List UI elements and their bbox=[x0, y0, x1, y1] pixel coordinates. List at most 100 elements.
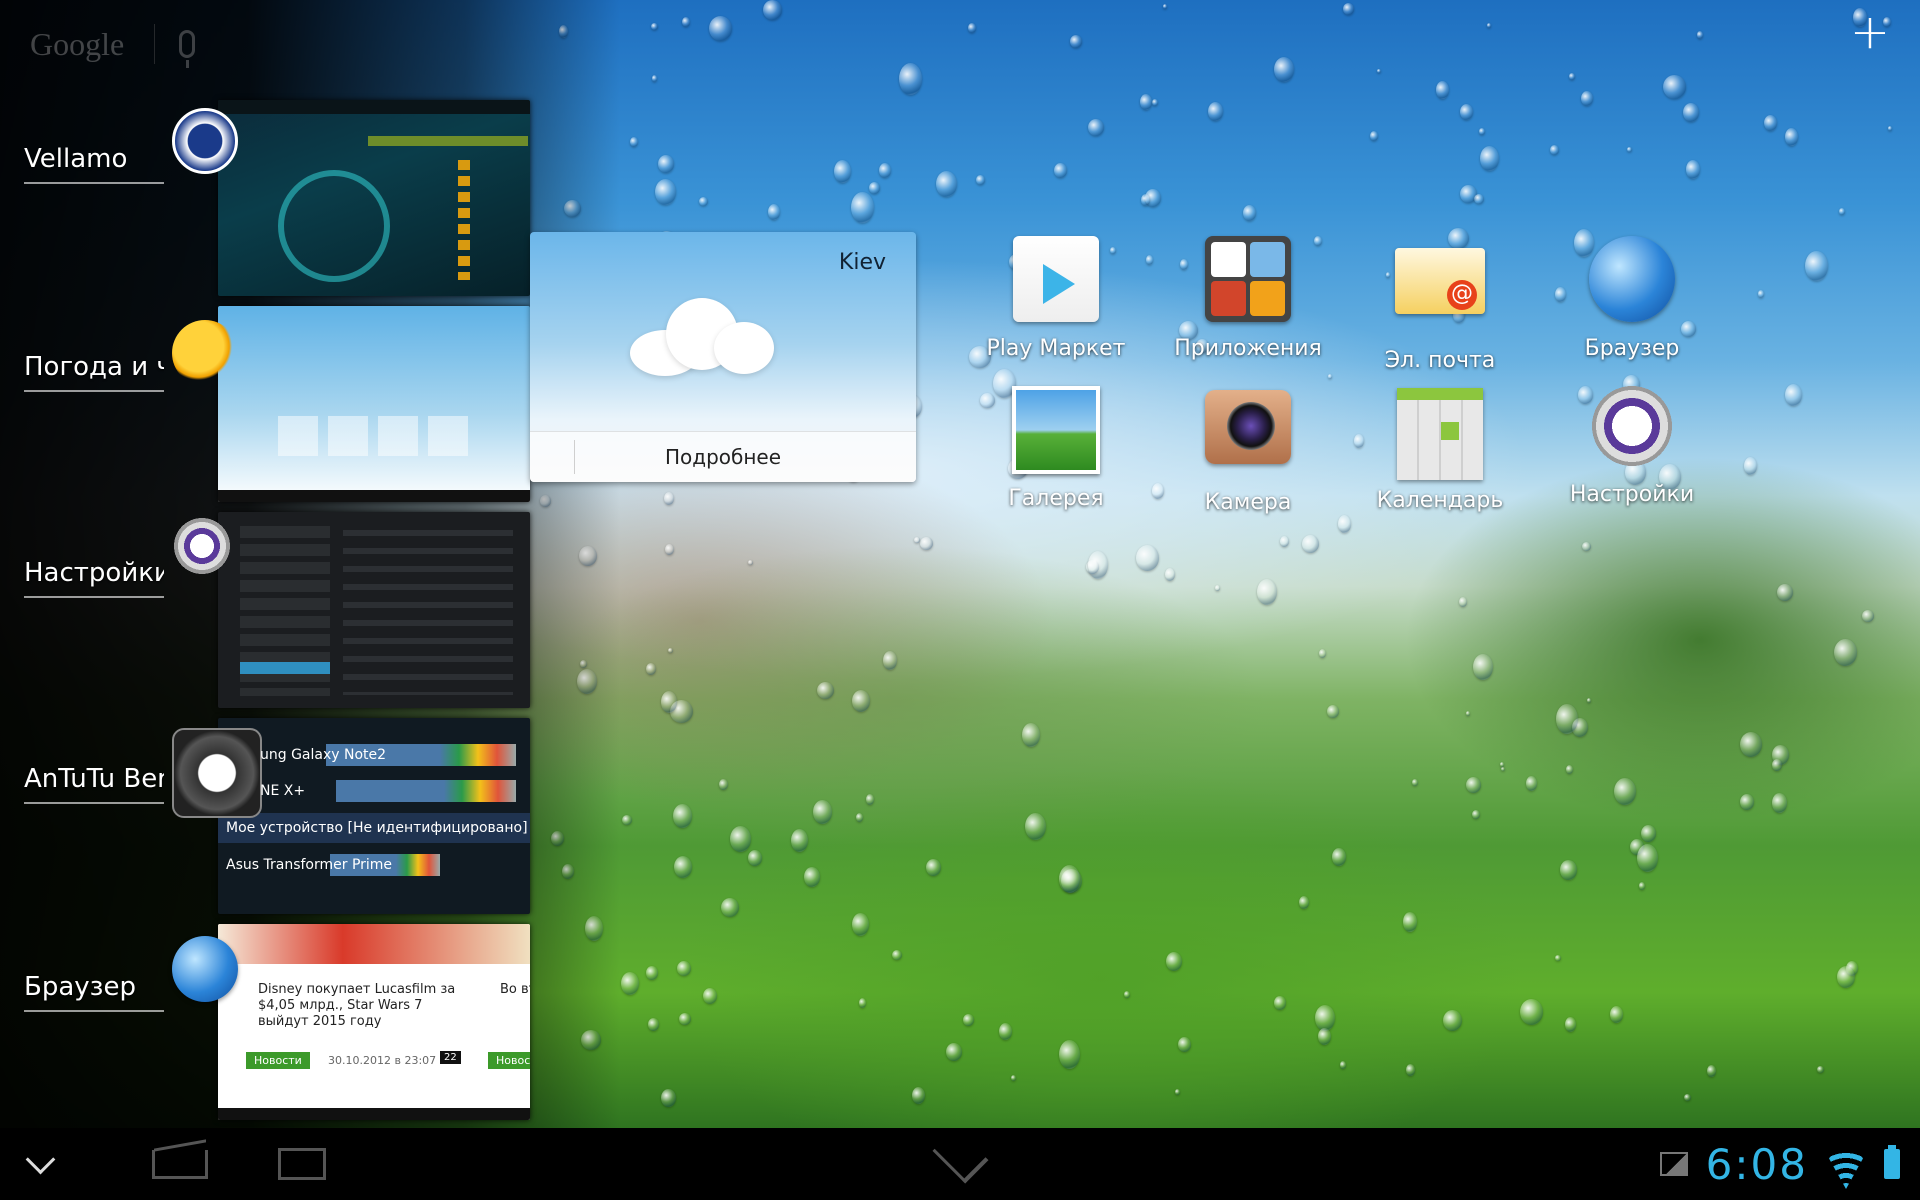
raindrop bbox=[914, 537, 920, 543]
raindrop bbox=[1011, 1075, 1016, 1081]
weather-widget[interactable]: Kiev Подробнее bbox=[530, 232, 916, 482]
recent-app-weather[interactable]: Погода и ча bbox=[0, 306, 540, 506]
raindrop bbox=[1785, 384, 1802, 406]
raindrop bbox=[1683, 103, 1699, 122]
gallery-icon bbox=[1010, 386, 1102, 478]
search-divider bbox=[154, 24, 156, 64]
weather-city[interactable]: Kiev bbox=[839, 250, 886, 275]
recent-app-browser[interactable]: Браузер Disney покупает Lucasfilm за $4,… bbox=[0, 924, 540, 1124]
raindrop bbox=[1343, 3, 1354, 15]
raindrop bbox=[1178, 1037, 1191, 1052]
raindrop bbox=[1686, 160, 1700, 179]
raindrop bbox=[1697, 31, 1703, 39]
clock[interactable]: 6:08 bbox=[1706, 1140, 1808, 1189]
raindrop bbox=[963, 1014, 974, 1026]
news-tag: Новости bbox=[246, 1052, 310, 1069]
hide-keyboard-icon[interactable] bbox=[20, 1128, 60, 1200]
recent-app-settings[interactable]: Настройки bbox=[0, 512, 540, 712]
raindrop bbox=[646, 966, 658, 980]
raindrop bbox=[748, 560, 753, 565]
raindrop bbox=[999, 1023, 1012, 1040]
raindrop bbox=[661, 691, 677, 713]
antutu-rabbit-icon bbox=[172, 728, 262, 818]
raindrop bbox=[652, 75, 657, 82]
raindrop bbox=[661, 1089, 676, 1107]
raindrop bbox=[621, 972, 639, 995]
system-navigation-bar bbox=[0, 1128, 1920, 1200]
raindrop bbox=[1569, 73, 1575, 80]
recent-app-thumbnail[interactable]: ung Galaxy Note2 NE X+ Мое устройство [Н… bbox=[218, 718, 530, 914]
app-label: Галерея bbox=[1008, 486, 1104, 511]
recent-app-thumbnail[interactable] bbox=[218, 100, 530, 296]
screenshot-notification-icon[interactable] bbox=[1659, 1152, 1688, 1176]
mic-icon[interactable] bbox=[179, 30, 196, 68]
chevron-down-icon[interactable] bbox=[930, 1128, 990, 1200]
benchmark-bar bbox=[336, 780, 516, 802]
raindrop bbox=[648, 1018, 659, 1031]
raindrop bbox=[699, 197, 708, 206]
raindrop bbox=[1888, 126, 1892, 131]
raindrop bbox=[674, 856, 692, 878]
recent-app-antutu[interactable]: AnTuTu Ber ung Galaxy Note2 NE X+ Мое ус… bbox=[0, 718, 540, 918]
raindrop bbox=[1744, 457, 1757, 475]
raindrop bbox=[1526, 776, 1537, 791]
thumbnail-bottom-bar bbox=[218, 1108, 530, 1120]
home-icon[interactable] bbox=[152, 1128, 208, 1200]
raindrop bbox=[1328, 374, 1332, 379]
news-headline: Disney покупает Lucasfilm за $4,05 млрд.… bbox=[258, 982, 456, 1029]
raindrop bbox=[1059, 865, 1080, 893]
recent-app-thumbnail[interactable] bbox=[218, 306, 530, 502]
raindrop bbox=[1338, 515, 1351, 533]
app-calendar[interactable]: Календарь bbox=[1350, 382, 1530, 513]
weather-details-button[interactable]: Подробнее bbox=[530, 431, 916, 482]
raindrop bbox=[1758, 290, 1764, 298]
app-email[interactable]: Эл. почта bbox=[1350, 236, 1530, 373]
benchmark-row-own-device: Мое устройство [Не идентифицировано] : 1… bbox=[218, 813, 530, 843]
raindrop bbox=[664, 492, 674, 505]
raindrop bbox=[665, 544, 674, 555]
recent-apps-icon[interactable] bbox=[272, 1128, 332, 1200]
raindrop bbox=[1243, 205, 1256, 221]
add-widget-button[interactable]: + bbox=[1848, 8, 1892, 56]
app-label: Эл. почта bbox=[1384, 348, 1496, 373]
raindrop bbox=[1466, 711, 1470, 716]
raindrop bbox=[682, 17, 690, 27]
app-browser[interactable]: Браузер bbox=[1542, 236, 1722, 361]
google-apps-folder-icon bbox=[1202, 236, 1294, 328]
raindrop bbox=[1805, 251, 1828, 281]
raindrop bbox=[630, 137, 638, 147]
browser-globe-icon bbox=[172, 936, 238, 1002]
raindrop bbox=[1124, 991, 1130, 998]
app-gallery[interactable]: Галерея bbox=[966, 382, 1146, 511]
raindrop bbox=[1319, 649, 1326, 658]
raindrop bbox=[1587, 698, 1591, 703]
thumbnail-score-dots bbox=[458, 160, 470, 280]
recent-app-thumbnail[interactable] bbox=[218, 512, 530, 708]
google-search-bar[interactable]: Google bbox=[30, 20, 196, 68]
raindrop bbox=[1566, 765, 1573, 774]
raindrop bbox=[677, 961, 691, 976]
raindrop bbox=[1370, 131, 1378, 141]
raindrop bbox=[1472, 810, 1480, 819]
app-settings[interactable]: Настройки bbox=[1542, 382, 1722, 507]
benchmark-row-label: Мое устройство [Не идентифицировано] : 1… bbox=[226, 820, 530, 836]
thumbnail-gauge bbox=[278, 170, 390, 282]
raindrop bbox=[1302, 535, 1319, 553]
app-applications-folder[interactable]: Приложения bbox=[1158, 236, 1338, 361]
raindrop bbox=[1152, 99, 1158, 106]
raindrop bbox=[679, 1013, 691, 1025]
app-camera[interactable]: Камера bbox=[1158, 382, 1338, 515]
raindrop bbox=[804, 867, 820, 887]
settings-gear-icon bbox=[172, 516, 232, 576]
raindrop bbox=[1764, 115, 1777, 131]
raindrop bbox=[852, 690, 870, 712]
google-logo[interactable]: Google bbox=[30, 26, 124, 63]
thumbnail-selected-item bbox=[240, 662, 330, 674]
raindrop bbox=[791, 829, 808, 852]
raindrop bbox=[899, 63, 922, 95]
raindrop bbox=[1088, 119, 1104, 136]
status-area[interactable]: 6:08 bbox=[1659, 1128, 1900, 1200]
recent-app-thumbnail[interactable]: Disney покупает Lucasfilm за $4,05 млрд.… bbox=[218, 924, 530, 1120]
recent-app-vellamo[interactable]: Vellamo bbox=[0, 100, 540, 300]
app-play-market[interactable]: Play Маркет bbox=[966, 236, 1146, 361]
